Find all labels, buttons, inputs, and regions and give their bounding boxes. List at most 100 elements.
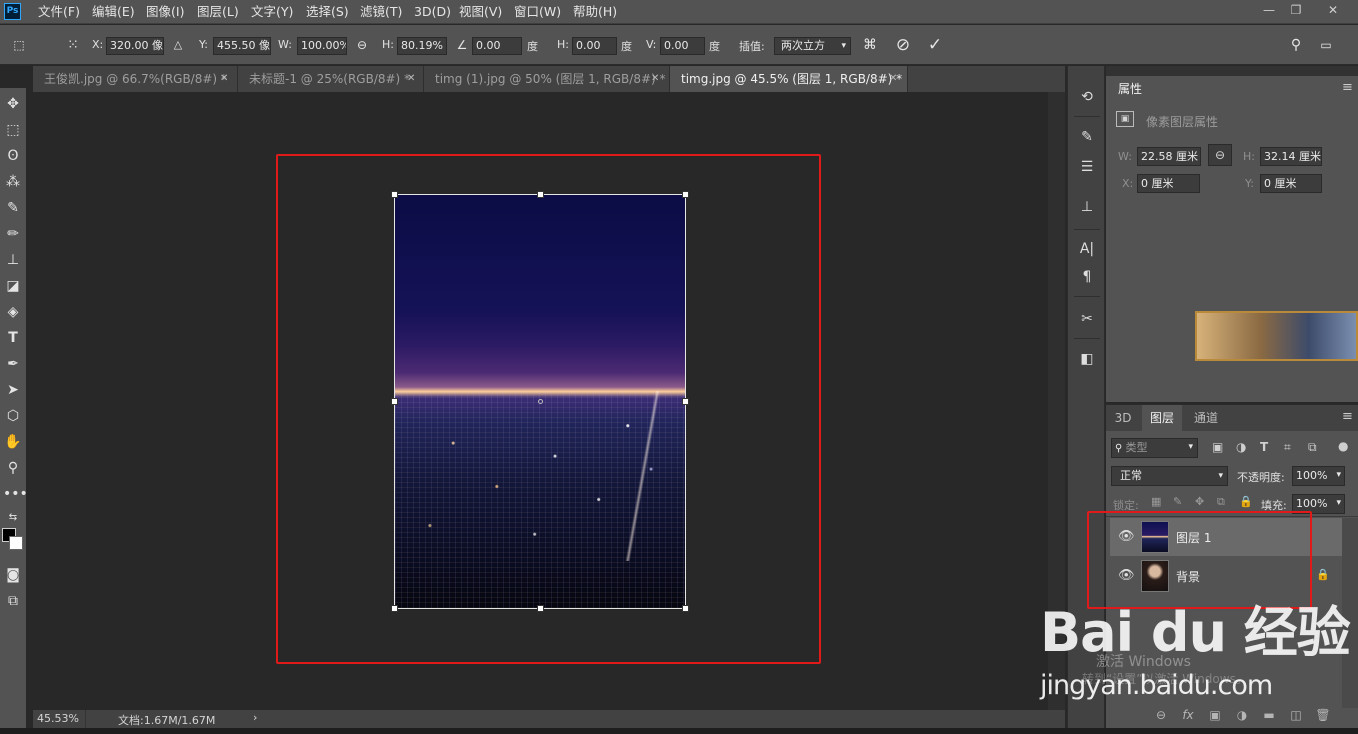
history-icon[interactable]: ⟲ <box>1076 86 1098 108</box>
horizontal-skew-input[interactable]: 0.00 <box>572 37 617 55</box>
tab-untitled[interactable]: 未标题-1 @ 25%(RGB/8#) * ✕ <box>238 66 424 92</box>
shape-tool-icon[interactable]: ⬡ <box>3 406 23 426</box>
filter-toggle-icon[interactable]: ● <box>1338 439 1348 453</box>
brush-tool-icon[interactable]: ✏ <box>3 224 23 244</box>
adjustments-icon[interactable]: ☰ <box>1076 156 1098 178</box>
path-selection-tool-icon[interactable]: ➤ <box>3 380 23 400</box>
marquee-tool-icon[interactable]: ⬚ <box>3 120 23 140</box>
eraser-tool-icon[interactable]: ◪ <box>3 276 23 296</box>
character-icon[interactable]: A| <box>1076 238 1098 260</box>
paragraph-icon[interactable]: ¶ <box>1076 266 1098 288</box>
filter-adjustment-icon[interactable]: ◑ <box>1236 440 1246 454</box>
menu-view[interactable]: 视图(V) <box>459 0 502 24</box>
search-icon[interactable]: ⚲ <box>1285 34 1307 56</box>
lock-artboard-icon[interactable]: ⧉ <box>1217 495 1225 509</box>
filter-pixel-icon[interactable]: ▣ <box>1212 440 1223 454</box>
lock-all-icon[interactable]: 🔒 <box>1239 495 1253 508</box>
props-width-input[interactable]: 22.58 厘米 <box>1137 147 1201 166</box>
screen-mode-icon[interactable]: ⧉ <box>3 591 23 611</box>
quick-mask-icon[interactable]: ◙ <box>3 565 23 585</box>
tab-timg[interactable]: timg.jpg @ 45.5% (图层 1, RGB/8#) * ✕ <box>670 66 908 92</box>
menu-select[interactable]: 选择(S) <box>306 0 349 24</box>
workspace-icon[interactable]: ▭ <box>1315 34 1337 56</box>
filter-shape-icon[interactable]: ⌗ <box>1284 440 1291 455</box>
delete-layer-icon[interactable]: 🗑 <box>1313 706 1333 724</box>
link-icon[interactable]: ⊖ <box>1208 144 1232 166</box>
tab-wangjunkai[interactable]: 王俊凯.jpg @ 66.7%(RGB/8#) * ✕ <box>33 66 238 92</box>
swap-colors-icon[interactable]: ⇆ <box>3 508 23 528</box>
hand-tool-icon[interactable]: ✋ <box>3 432 23 452</box>
magic-wand-tool-icon[interactable]: ⁂ <box>3 172 23 192</box>
menu-filter[interactable]: 滤镜(T) <box>360 0 402 24</box>
x-position-input[interactable]: 320.00 像素 <box>106 37 164 55</box>
fx-icon[interactable]: fx <box>1178 706 1198 724</box>
menu-file[interactable]: 文件(F) <box>38 0 80 24</box>
menu-edit[interactable]: 编辑(E) <box>92 0 135 24</box>
lock-position-icon[interactable]: ✥ <box>1195 495 1204 508</box>
new-layer-icon[interactable]: ◫ <box>1286 706 1306 724</box>
filter-smart-object-icon[interactable]: ⧉ <box>1308 440 1317 455</box>
tab-channels[interactable]: 通道 <box>1186 405 1226 431</box>
tab-timg1[interactable]: timg (1).jpg @ 50% (图层 1, RGB/8#) * ✕ <box>424 66 670 92</box>
stamp-tool-icon[interactable]: ⊥ <box>3 250 23 270</box>
game-ad-banner[interactable] <box>1195 311 1358 361</box>
move-tool-icon[interactable]: ✥ <box>3 94 23 114</box>
lasso-tool-icon[interactable]: ʘ <box>3 146 23 166</box>
zoom-tool-icon[interactable]: ⚲ <box>3 458 23 478</box>
interpolation-select[interactable]: 两次立方 ▾ <box>774 37 851 55</box>
new-adjustment-icon[interactable]: ◑ <box>1232 706 1252 724</box>
brush-settings-icon[interactable]: ✎ <box>1076 126 1098 148</box>
zoom-level[interactable]: 45.53% <box>37 712 79 725</box>
reference-point-icon[interactable]: ⁙ <box>62 34 84 56</box>
menu-type[interactable]: 文字(Y) <box>251 0 293 24</box>
panel-menu-icon[interactable]: ≡ <box>1342 80 1353 95</box>
more-tools-icon[interactable]: ••• <box>3 484 28 504</box>
status-menu-arrow[interactable]: › <box>253 711 257 724</box>
layer-filter-select[interactable]: ⚲ 类型 ▾ <box>1111 438 1198 458</box>
width-input[interactable]: 100.00% <box>297 37 347 55</box>
y-position-input[interactable]: 455.50 像素 <box>213 37 271 55</box>
close-icon[interactable]: ✕ <box>651 66 659 92</box>
commit-transform-icon[interactable]: ✓ <box>924 34 946 56</box>
type-tool-icon[interactable]: T <box>3 328 23 348</box>
close-icon[interactable]: ✕ <box>889 66 897 92</box>
tab-3d[interactable]: 3D <box>1108 405 1138 431</box>
lock-pixels-icon[interactable]: ✎ <box>1173 495 1182 508</box>
restore-button[interactable]: ❐ <box>1281 0 1311 20</box>
gradient-tool-icon[interactable]: ◈ <box>3 302 23 322</box>
props-height-input[interactable]: 32.14 厘米 <box>1260 147 1322 166</box>
menu-help[interactable]: 帮助(H) <box>573 0 617 24</box>
menu-image[interactable]: 图像(I) <box>146 0 184 24</box>
add-mask-icon[interactable]: ▣ <box>1205 706 1225 724</box>
relative-position-icon[interactable]: △ <box>167 34 189 56</box>
link-icon[interactable]: ⊖ <box>351 34 373 56</box>
cancel-transform-icon[interactable]: ⊘ <box>892 34 914 56</box>
opacity-input[interactable]: 100% ▾ <box>1292 466 1345 486</box>
navigator-icon[interactable]: ◧ <box>1076 348 1098 370</box>
lock-transparent-icon[interactable]: ▦ <box>1151 495 1161 508</box>
clone-source-icon[interactable]: ⊥ <box>1076 196 1098 218</box>
tab-properties[interactable]: 属性 <box>1108 76 1152 102</box>
pen-tool-icon[interactable]: ✒ <box>3 354 23 374</box>
transform-tool-preset-icon[interactable]: ⬚ <box>8 34 30 56</box>
close-icon[interactable]: ✕ <box>220 66 228 92</box>
height-input[interactable]: 80.19% <box>397 37 447 55</box>
props-y-input[interactable]: 0 厘米 <box>1260 174 1322 193</box>
link-layers-icon[interactable]: ⊖ <box>1151 706 1171 724</box>
background-color-swatch[interactable] <box>9 536 23 550</box>
minimize-button[interactable]: — <box>1254 0 1284 20</box>
new-group-icon[interactable]: ▬ <box>1259 706 1279 724</box>
eyedropper-tool-icon[interactable]: ✎ <box>3 198 23 218</box>
blend-mode-select[interactable]: 正常 ▾ <box>1111 466 1228 486</box>
props-x-input[interactable]: 0 厘米 <box>1137 174 1200 193</box>
rotate-angle-input[interactable]: 0.00 <box>472 37 522 55</box>
vertical-skew-input[interactable]: 0.00 <box>660 37 705 55</box>
menu-3d[interactable]: 3D(D) <box>414 0 451 24</box>
menu-window[interactable]: 窗口(W) <box>514 0 561 24</box>
close-window-button[interactable]: ✕ <box>1318 0 1348 20</box>
close-icon[interactable]: ✕ <box>407 66 415 92</box>
menu-layer[interactable]: 图层(L) <box>197 0 239 24</box>
panel-menu-icon[interactable]: ≡ <box>1342 409 1353 424</box>
tools-preset-icon[interactable]: ✂ <box>1076 308 1098 330</box>
filter-type-icon[interactable]: T <box>1260 440 1268 454</box>
